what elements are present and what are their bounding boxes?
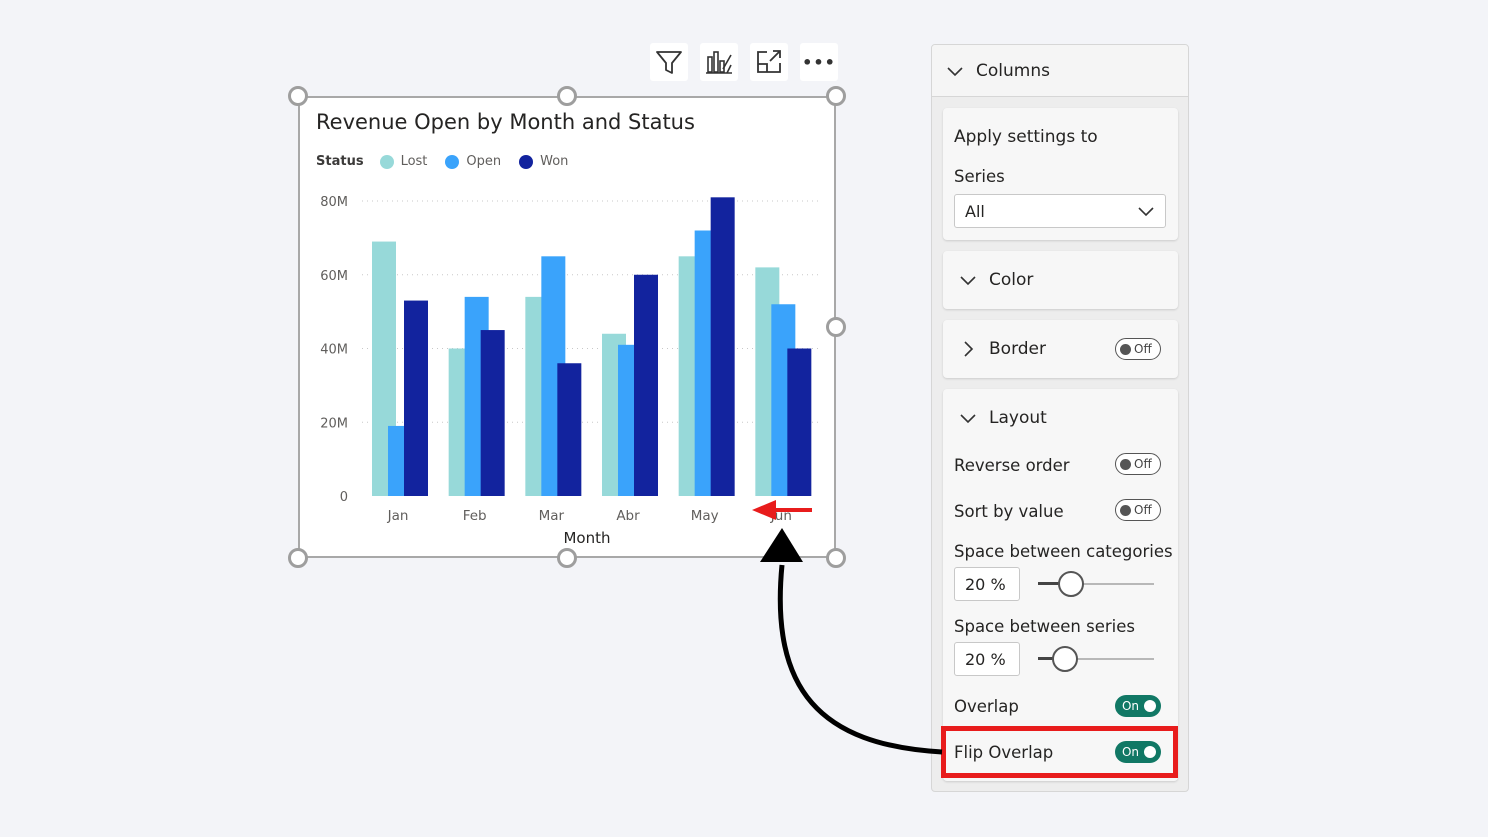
x-tick-label: Mar: [539, 508, 565, 524]
chart-plot: 0 20M 40M 60M 80M Jan Feb Mar Abr May Jun Month: [320, 195, 822, 547]
filter-icon: [656, 51, 682, 74]
resize-handle-bottom[interactable]: [557, 548, 577, 568]
x-tick-label: Jan: [387, 508, 409, 524]
resize-handle-right[interactable]: [826, 317, 846, 337]
toggle-knob: [1120, 343, 1131, 355]
chevron-down-icon: [1138, 207, 1154, 217]
x-tick-label: May: [691, 508, 719, 524]
layout-card-title: Layout: [989, 408, 1047, 428]
reverse-order-toggle[interactable]: Off: [1115, 453, 1161, 475]
resize-handle-top[interactable]: [557, 86, 577, 106]
chevron-right-icon: [964, 341, 974, 357]
bar-won: [404, 300, 428, 496]
series-dropdown[interactable]: All: [954, 194, 1166, 228]
color-card-title: Color: [989, 270, 1034, 290]
layout-card-header[interactable]: Layout: [943, 389, 1178, 447]
series-label: Series: [954, 167, 1005, 186]
chart-visual[interactable]: Revenue Open by Month and Status Status …: [298, 96, 836, 558]
y-tick-label: 20M: [320, 416, 348, 431]
slider-thumb[interactable]: [1051, 646, 1078, 672]
slider-thumb[interactable]: [1057, 571, 1084, 597]
toggle-knob: [1144, 700, 1156, 712]
overlap-label: Overlap: [954, 697, 1019, 716]
analytics-icon: [706, 51, 732, 74]
toggle-state: Off: [1134, 457, 1152, 471]
black-curved-arrow: [777, 564, 943, 755]
space-series-slider[interactable]: [1038, 646, 1154, 672]
focus-mode-button[interactable]: [750, 43, 788, 81]
toggle-knob: [1120, 504, 1131, 516]
y-tick-label: 0: [340, 490, 348, 505]
overlap-toggle[interactable]: On: [1115, 695, 1161, 717]
chevron-down-icon: [960, 414, 976, 424]
layout-card: Layout Reverse order Off Sort by value O…: [943, 389, 1178, 781]
filter-button[interactable]: [650, 43, 688, 81]
color-card-header[interactable]: Color: [943, 251, 1178, 309]
y-tick-label: 60M: [320, 269, 348, 284]
space-categories-label: Space between categories: [954, 542, 1173, 561]
bar-won: [557, 363, 582, 496]
analytics-button[interactable]: [700, 43, 738, 81]
section-title: Columns: [976, 60, 1050, 81]
columns-section-header[interactable]: Columns: [932, 45, 1188, 97]
space-categories-slider[interactable]: [1038, 571, 1154, 597]
resize-handle-bottom-right[interactable]: [826, 548, 846, 568]
toggle-state: Off: [1134, 342, 1152, 356]
reverse-order-label: Reverse order: [954, 456, 1070, 475]
color-card: Color: [943, 251, 1178, 309]
x-tick-label: Abr: [616, 508, 640, 524]
series-dropdown-value: All: [965, 201, 985, 221]
resize-handle-bottom-left[interactable]: [288, 548, 308, 568]
y-tick-label: 40M: [320, 343, 348, 358]
sort-by-value-label: Sort by value: [954, 502, 1064, 521]
bar-won: [480, 330, 505, 496]
flip-overlap-highlight: [941, 726, 1178, 778]
sort-by-value-toggle[interactable]: Off: [1115, 499, 1161, 521]
x-axis-title: Month: [563, 529, 610, 547]
more-options-button[interactable]: •••: [800, 43, 838, 81]
format-pane: Columns Apply settings to Series All Col…: [931, 44, 1189, 792]
chevron-down-icon: [947, 66, 963, 76]
apply-settings-title: Apply settings to: [954, 127, 1098, 147]
toggle-knob: [1120, 458, 1131, 470]
bar-won: [787, 348, 812, 496]
chevron-down-icon: [960, 276, 976, 286]
space-series-label: Space between series: [954, 617, 1135, 636]
x-tick-label: Jun: [770, 508, 792, 524]
border-card: Border Off: [943, 320, 1178, 378]
visual-toolbar: •••: [650, 43, 838, 81]
border-card-title: Border: [989, 339, 1046, 359]
bar-won: [710, 197, 735, 496]
apply-settings-card: Apply settings to Series All: [943, 108, 1178, 240]
toggle-state: Off: [1134, 503, 1152, 517]
border-toggle[interactable]: Off: [1115, 338, 1161, 360]
x-tick-label: Feb: [463, 508, 487, 524]
space-series-input[interactable]: 20 %: [954, 642, 1020, 676]
resize-handle-top-left[interactable]: [288, 86, 308, 106]
space-categories-input[interactable]: 20 %: [954, 567, 1020, 601]
more-options-icon: •••: [802, 52, 836, 72]
resize-handle-top-right[interactable]: [826, 86, 846, 106]
focus-mode-icon: [757, 50, 781, 73]
bar-won: [634, 274, 658, 496]
toggle-state: On: [1121, 699, 1139, 713]
y-tick-label: 80M: [320, 195, 348, 210]
